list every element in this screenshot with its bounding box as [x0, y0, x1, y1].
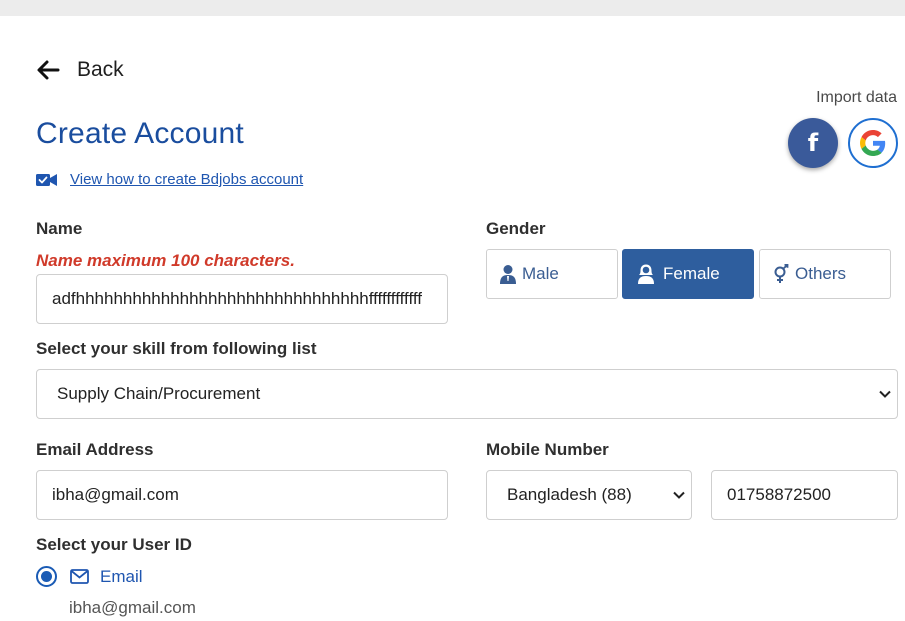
page-title: Create Account	[36, 117, 244, 150]
mail-icon	[70, 569, 89, 584]
facebook-icon: f	[807, 129, 819, 157]
gender-others-button[interactable]: Others	[759, 249, 891, 299]
name-input[interactable]: adfhhhhhhhhhhhhhhhhhhhhhhhhhhhhhhhffffff…	[36, 274, 448, 324]
user-id-label: Select your User ID	[36, 535, 192, 554]
gender-label: Gender	[486, 219, 546, 238]
chevron-down-icon	[673, 491, 685, 499]
gender-female-label: Female	[663, 264, 720, 283]
country-code-select[interactable]: Bangladesh (88)	[486, 470, 692, 520]
mobile-label: Mobile Number	[486, 440, 609, 459]
skill-label: Select your skill from following list	[36, 339, 317, 358]
google-import-button[interactable]	[848, 118, 898, 168]
gender-female-button[interactable]: Female	[622, 249, 754, 299]
email-label: Email Address	[36, 440, 154, 459]
email-input[interactable]: ibha@gmail.com	[36, 470, 448, 520]
facebook-import-button[interactable]: f	[788, 118, 838, 168]
google-icon	[860, 130, 886, 156]
user-id-email-value: ibha@gmail.com	[69, 598, 196, 617]
country-code-value: Bangladesh (88)	[507, 485, 632, 504]
mobile-number-input[interactable]: 01758872500	[711, 470, 898, 520]
female-user-icon	[638, 264, 654, 284]
gender-male-label: Male	[522, 264, 559, 283]
back-label: Back	[77, 58, 124, 81]
howto-row: View how to create Bdjobs account	[36, 171, 303, 188]
top-bar	[0, 0, 905, 16]
video-camera-icon	[36, 173, 57, 186]
howto-link[interactable]: View how to create Bdjobs account	[70, 171, 303, 188]
radio-selected-dot	[41, 571, 52, 582]
email-radio[interactable]	[36, 566, 57, 587]
email-option-label: Email	[100, 566, 143, 586]
male-user-icon	[500, 265, 516, 284]
gender-others-label: Others	[795, 264, 847, 283]
arrow-left-icon	[37, 60, 60, 80]
back-button[interactable]: Back	[36, 58, 124, 82]
skill-selected-value: Supply Chain/Procurement	[57, 384, 261, 403]
name-error-message: Name maximum 100 characters.	[36, 251, 295, 270]
import-data-label: Import data	[816, 89, 897, 106]
user-id-email-option[interactable]: Email	[36, 566, 143, 587]
chevron-down-icon	[879, 390, 891, 398]
gender-male-button[interactable]: Male	[486, 249, 618, 299]
name-label: Name	[36, 219, 83, 238]
skill-select[interactable]: Supply Chain/Procurement	[36, 369, 898, 419]
transgender-icon	[774, 264, 789, 283]
